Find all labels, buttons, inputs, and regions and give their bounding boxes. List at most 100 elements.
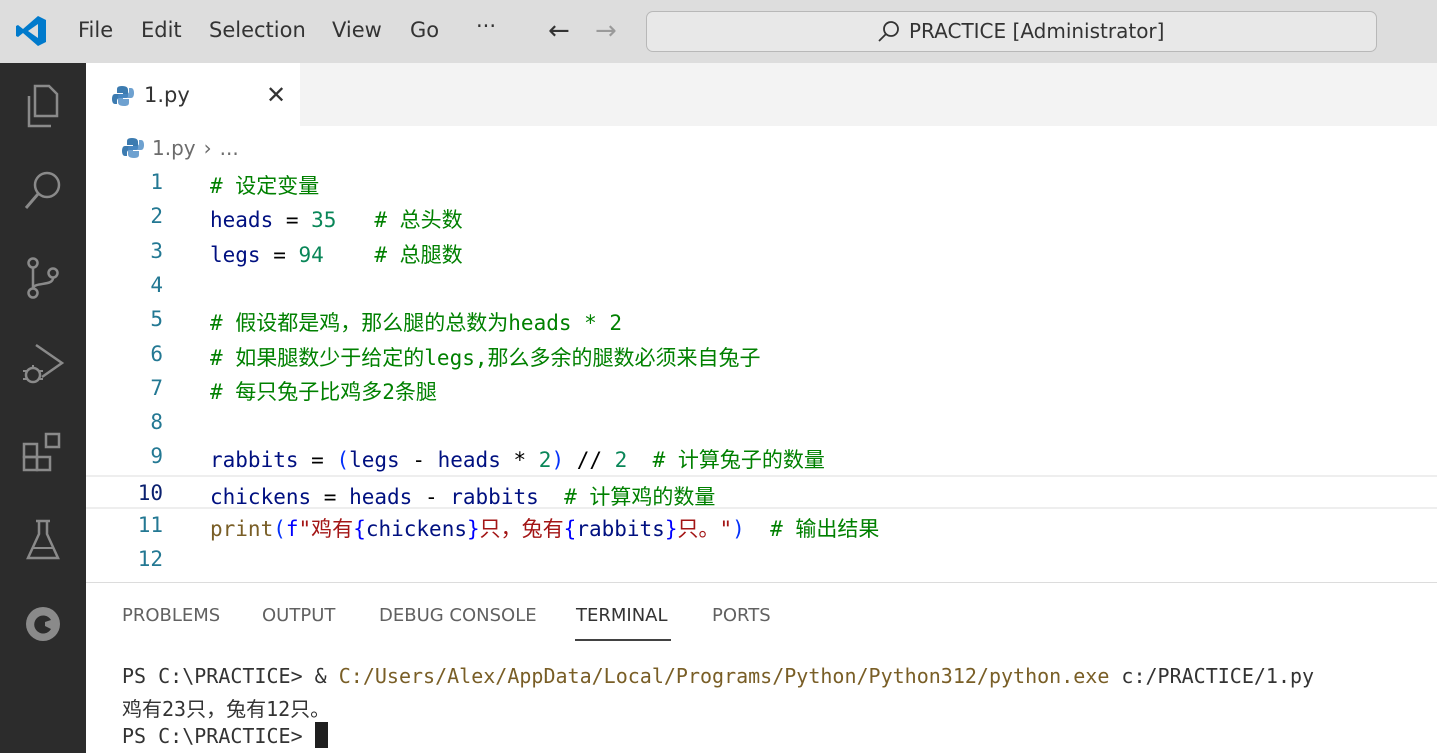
code-line[interactable]: 12	[86, 543, 1437, 577]
code-line[interactable]: 4	[86, 269, 1437, 303]
breadcrumb-file[interactable]: 1.py	[152, 136, 196, 160]
menu-more-icon[interactable]: ···	[476, 14, 496, 38]
code-token: # 设定变量	[210, 174, 320, 198]
editor-tab-strip: 1.py ✕	[86, 63, 1437, 126]
code-token: heads	[349, 484, 413, 509]
code-line[interactable]: 3 legs = 94 # 总腿数	[86, 235, 1437, 269]
vscode-logo-icon[interactable]	[14, 14, 48, 48]
line-code: print(f"鸡有{chickens}只，兔有{rabbits}只。") # …	[210, 513, 879, 543]
extensions-icon[interactable]	[18, 427, 68, 477]
code-token: heads	[210, 208, 274, 233]
terminal-exe-path: C:/Users/Alex/AppData/Local/Programs/Pyt…	[338, 664, 1110, 688]
remote-icon[interactable]	[18, 599, 68, 649]
code-token: "鸡有	[298, 517, 354, 541]
code-token: *	[500, 448, 539, 473]
code-token: legs	[210, 242, 261, 267]
line-number: 8	[150, 410, 163, 435]
run-debug-icon[interactable]	[18, 339, 68, 389]
code-token: chickens	[210, 484, 312, 509]
code-line[interactable]: 2 heads = 35 # 总头数	[86, 200, 1437, 234]
terminal-command-line[interactable]: PS C:\PRACTICE> & C:/Users/Alex/AppData/…	[122, 664, 1314, 688]
terminal-amp: &	[314, 664, 339, 688]
code-token: (	[336, 448, 350, 473]
code-editor[interactable]: 1 # 设定变量 2 heads = 35 # 总头数 3 legs = 94 # 总腿数…	[86, 166, 1437, 582]
code-token: 94	[298, 242, 324, 267]
line-code: heads = 35 # 总头数	[210, 204, 463, 234]
code-line[interactable]: 8	[86, 406, 1437, 440]
terminal-cursor	[314, 722, 328, 748]
menu-selection[interactable]: Selection	[209, 18, 306, 42]
code-token: legs	[349, 448, 400, 473]
search-icon[interactable]	[18, 165, 68, 215]
line-code: chickens = heads - rabbits # 计算鸡的数量	[210, 481, 715, 511]
chevron-right-icon: ›	[203, 136, 212, 160]
breadcrumb: 1.py › ...	[122, 134, 239, 162]
line-number: 3	[150, 238, 163, 263]
code-token: =	[260, 242, 299, 267]
code-token: (	[273, 517, 286, 541]
code-line[interactable]: 7 # 每只兔子比鸡多2条腿	[86, 372, 1437, 406]
code-line[interactable]: 11 print(f"鸡有{chickens}只，兔有{rabbits}只。") …	[86, 509, 1437, 543]
line-number: 4	[150, 272, 163, 297]
code-token: rabbits	[210, 448, 299, 473]
line-number: 7	[150, 375, 163, 400]
code-token: chickens	[365, 517, 467, 541]
code-token: -	[399, 448, 438, 473]
back-arrow-icon[interactable]: ←	[548, 16, 570, 46]
tab-1-py[interactable]: 1.py ✕	[86, 63, 300, 126]
code-token: {	[563, 517, 577, 541]
tab-ports[interactable]: PORTS	[712, 605, 771, 626]
code-line[interactable]: 6 # 如果腿数少于给定的legs,那么多余的腿数必须来自兔子	[86, 338, 1437, 372]
code-line[interactable]: 5 # 假设都是鸡，那么腿的总数为heads * 2	[86, 303, 1437, 337]
line-number: 9	[150, 444, 163, 469]
code-token: # 总腿数	[374, 242, 463, 267]
bottom-panel: PROBLEMS OUTPUT DEBUG CONSOLE TERMINAL P…	[86, 582, 1437, 753]
tab-debug-console[interactable]: DEBUG CONSOLE	[379, 605, 537, 626]
terminal-arg: c:/PRACTICE/1.py	[1109, 664, 1315, 688]
menu-file[interactable]: File	[78, 18, 113, 42]
menu-edit[interactable]: Edit	[141, 18, 182, 42]
code-token: # 每只兔子比鸡多2条腿	[210, 379, 437, 404]
code-token: =	[273, 208, 312, 233]
title-bar: File Edit Selection View Go ··· ← → PRAC…	[0, 0, 1437, 63]
terminal-prompt-line[interactable]: PS C:\PRACTICE>	[122, 722, 328, 748]
activity-bar	[0, 63, 86, 753]
source-control-icon[interactable]	[18, 253, 68, 303]
code-token: )	[732, 517, 745, 541]
tab-output[interactable]: OUTPUT	[262, 605, 335, 626]
tab-terminal[interactable]: TERMINAL	[576, 605, 668, 626]
code-token: 只，兔有	[479, 517, 564, 541]
close-icon[interactable]: ✕	[266, 81, 286, 109]
terminal-output-line: 鸡有23只，兔有12只。	[122, 697, 331, 721]
python-file-icon	[112, 86, 134, 106]
line-number: 5	[150, 307, 163, 332]
line-code: legs = 94 # 总腿数	[210, 239, 463, 269]
code-line[interactable]: 10 chickens = heads - rabbits # 计算鸡的数量	[86, 474, 1437, 511]
line-code: rabbits = (legs - heads * 2) // 2 # 计算兔子…	[210, 444, 825, 474]
code-token: =	[311, 484, 350, 509]
menu-go[interactable]: Go	[410, 18, 439, 42]
code-token: -	[412, 484, 451, 509]
code-line[interactable]: 9 rabbits = (legs - heads * 2) // 2 # 计算兔…	[86, 440, 1437, 474]
code-token: 35	[311, 208, 337, 233]
code-token: 2	[538, 448, 552, 473]
python-file-icon	[122, 138, 144, 158]
code-token: 2	[614, 448, 628, 473]
line-number: 10	[137, 480, 163, 505]
tab-problems[interactable]: PROBLEMS	[122, 605, 220, 626]
code-line[interactable]: 1 # 设定变量	[86, 166, 1437, 200]
explorer-icon[interactable]	[18, 81, 68, 131]
forward-arrow-icon[interactable]: →	[595, 16, 617, 46]
code-token: 只。"	[677, 517, 733, 541]
testing-icon[interactable]	[18, 515, 68, 565]
search-text: PRACTICE [Administrator]	[909, 19, 1165, 43]
breadcrumb-rest[interactable]: ...	[220, 136, 239, 160]
terminal-prompt: PS C:\PRACTICE>	[122, 724, 315, 748]
command-center-search[interactable]: PRACTICE [Administrator]	[646, 11, 1377, 52]
menu-view[interactable]: View	[332, 18, 382, 42]
code-token: }	[467, 517, 480, 541]
